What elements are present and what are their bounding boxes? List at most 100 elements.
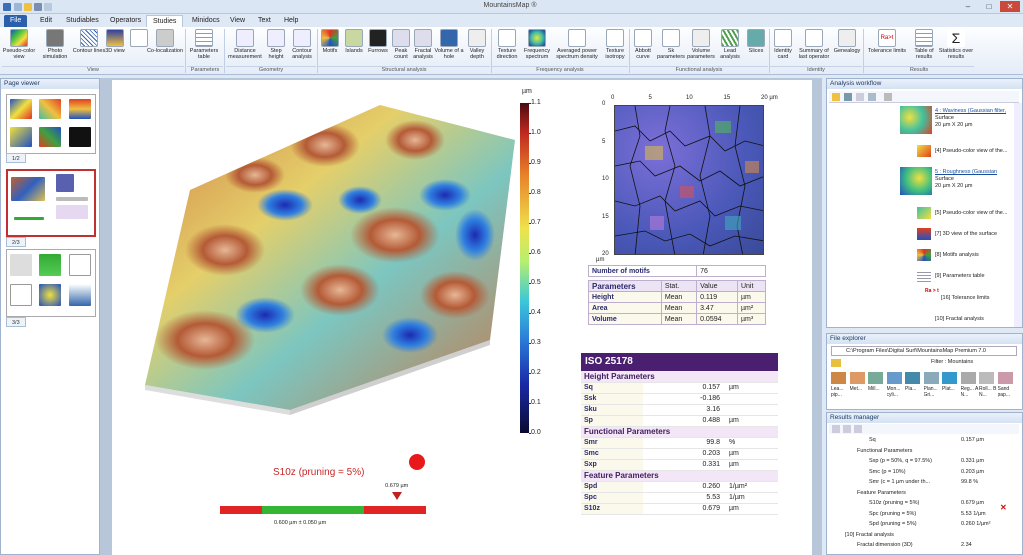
save-icon[interactable] xyxy=(34,3,42,11)
file-thumbnail[interactable] xyxy=(923,372,939,384)
file-thumbnail[interactable] xyxy=(960,372,976,384)
file-thumbnail[interactable] xyxy=(997,372,1013,384)
file-filter[interactable]: Filter : Mountains xyxy=(931,359,973,365)
texture-isotropy-button[interactable]: Texture isotropy xyxy=(602,29,628,67)
contour-analysis-button[interactable]: Contour analysis xyxy=(288,29,316,67)
result-name[interactable]: Smc (p = 10%) xyxy=(869,469,906,475)
menu-help[interactable]: Help xyxy=(278,15,304,27)
file-thumbnail[interactable] xyxy=(868,372,883,384)
menu-studies[interactable]: Studies xyxy=(146,15,184,27)
page-thumbnail-2[interactable] xyxy=(6,169,96,237)
file-thumbnail[interactable] xyxy=(942,372,957,384)
file-name[interactable]: Mon... cyli... xyxy=(887,386,905,399)
undo-icon[interactable] xyxy=(44,3,52,11)
file-name[interactable]: Met... xyxy=(850,386,868,399)
volume-parameters-button[interactable]: Volume parameters xyxy=(686,29,716,67)
fractal-analysis-button[interactable]: Fractal analysis xyxy=(412,29,434,67)
step-height-button[interactable]: Step height xyxy=(264,29,288,67)
file-name[interactable]: Lea... pip... xyxy=(831,386,849,399)
photo-simulation-button[interactable]: Photo simulation xyxy=(38,29,72,67)
waviness-thumbnail[interactable] xyxy=(900,106,932,134)
collapse-icon[interactable] xyxy=(843,425,851,433)
workflow-item-parameters[interactable]: [9] Parameters table xyxy=(935,273,985,280)
file-thumbnail[interactable] xyxy=(886,372,902,384)
workflow-item-tolerance[interactable]: [16] Tolerance limits xyxy=(941,295,990,302)
result-name[interactable]: Feature Parameters xyxy=(857,490,906,496)
file-name[interactable]: Reg... A N... xyxy=(961,386,979,399)
slices-button[interactable]: Slices xyxy=(744,29,768,67)
menu-view[interactable]: View xyxy=(224,15,251,27)
file-thumbnail[interactable] xyxy=(979,372,994,384)
result-name[interactable]: [10] Fractal analysis xyxy=(845,532,894,538)
result-name[interactable]: Sxp (p = 50%, q = 97.5%) xyxy=(869,458,932,464)
path-field[interactable]: C:\Program Files\Digital Surf\MountainsM… xyxy=(831,346,1017,356)
averaged-psd-button[interactable]: Averaged power spectrum density xyxy=(552,29,602,67)
identity-card-button[interactable]: Identity card xyxy=(770,29,796,67)
result-name[interactable]: Fractal dimension (3D) xyxy=(857,542,913,548)
options-icon[interactable] xyxy=(884,93,892,101)
islands-button[interactable]: Islands xyxy=(342,29,366,67)
file-name[interactable]: Mill... xyxy=(868,386,886,399)
frequency-spectrum-button[interactable]: Frequency spectrum xyxy=(522,29,552,67)
workflow-item-5-view[interactable]: [5] Pseudo-color view of the... xyxy=(935,210,1007,217)
motif-map[interactable]: 0 5 10 15 20 µm 0 5 10 15 20 µm xyxy=(594,95,779,270)
lead-analysis-button[interactable]: Lead analysis xyxy=(716,29,744,67)
close-icon[interactable]: ✕ xyxy=(1000,1,1020,12)
file-name[interactable]: Roll... B N... xyxy=(979,386,997,399)
folder-up-icon[interactable] xyxy=(831,359,841,367)
file-name[interactable]: Plat... xyxy=(942,386,960,399)
result-name[interactable]: S10z (pruning = 5%) xyxy=(869,500,919,506)
result-name[interactable]: Sq xyxy=(869,437,876,443)
hand-icon[interactable] xyxy=(844,93,852,101)
parameters-table-button[interactable]: Parameters table xyxy=(187,29,221,67)
result-name[interactable]: Spd (pruning = 5%) xyxy=(869,521,917,527)
result-name[interactable]: Spc (pruning = 5%) xyxy=(869,511,916,517)
co-localization-button[interactable]: Co-localization xyxy=(146,29,184,67)
workflow-item-fractal[interactable]: [10] Fractal analysis xyxy=(935,316,984,323)
waviness-link[interactable]: 4 : Waviness (Gaussian filter, xyxy=(935,108,1006,114)
workflow-item-4-view[interactable]: [4] Pseudo-color view of the... xyxy=(935,148,1007,155)
open-icon[interactable] xyxy=(24,3,32,11)
roughness-thumbnail[interactable] xyxy=(900,167,932,195)
new-icon[interactable] xyxy=(14,3,22,11)
menu-operators[interactable]: Operators xyxy=(104,15,147,27)
maximize-icon[interactable]: □ xyxy=(979,1,999,12)
distance-measurement-button[interactable]: Distance measurement xyxy=(226,29,264,67)
menu-minidocs[interactable]: Minidocs xyxy=(186,15,226,27)
sk-parameters-button[interactable]: Sk parameters xyxy=(656,29,686,67)
summary-last-operator-button[interactable]: Summary of last operator xyxy=(796,29,832,67)
file-name[interactable]: Pla... xyxy=(905,386,923,399)
page-thumbnail-3[interactable] xyxy=(6,249,96,317)
filter-icon[interactable] xyxy=(854,425,862,433)
menu-studiables[interactable]: Studiables xyxy=(60,15,105,27)
motifs-button[interactable]: Motifs xyxy=(318,29,342,67)
roughness-link[interactable]: 5 : Roughness (Gaussian xyxy=(935,169,997,175)
peak-count-button[interactable]: Peak count xyxy=(390,29,412,67)
menu-text[interactable]: Text xyxy=(252,15,277,27)
menu-file[interactable]: File xyxy=(4,15,28,27)
workflow-item-3d-view[interactable]: [7] 3D view of the surface xyxy=(935,231,997,238)
menu-edit[interactable]: Edit xyxy=(34,15,58,27)
workflow-item-motifs[interactable]: [8] Motifs analysis xyxy=(935,252,979,259)
layout-icon[interactable] xyxy=(868,93,876,101)
expand-icon[interactable] xyxy=(832,425,840,433)
pseudo-color-view-button[interactable]: Pseudo-color view xyxy=(2,29,36,67)
abbott-curve-button[interactable]: Abbott curve xyxy=(630,29,656,67)
file-thumbnail[interactable] xyxy=(905,372,920,384)
file-thumbnail[interactable] xyxy=(831,372,846,384)
genealogy-button[interactable]: Genealogy xyxy=(832,29,862,67)
result-name[interactable]: Functional Parameters xyxy=(857,448,912,454)
file-name[interactable]: Plan... Gri... xyxy=(924,386,942,399)
minimize-icon[interactable]: – xyxy=(958,1,978,12)
file-name[interactable]: Sand pap... xyxy=(998,386,1016,399)
zoom-icon[interactable] xyxy=(856,93,864,101)
table-of-results-button[interactable]: Table of results xyxy=(910,29,938,67)
furrows-button[interactable]: Furrows xyxy=(366,29,390,67)
valley-depth-button[interactable]: Valley depth xyxy=(464,29,490,67)
volume-of-a-hole-button[interactable]: Volume of a hole xyxy=(434,29,464,67)
workflow-scrollbar[interactable] xyxy=(1014,103,1022,327)
statistics-button[interactable]: Σ Statistics over results xyxy=(938,29,974,67)
page-thumbnail-1[interactable] xyxy=(6,94,96,154)
select-icon[interactable] xyxy=(832,93,840,101)
file-thumbnail[interactable] xyxy=(849,372,865,384)
